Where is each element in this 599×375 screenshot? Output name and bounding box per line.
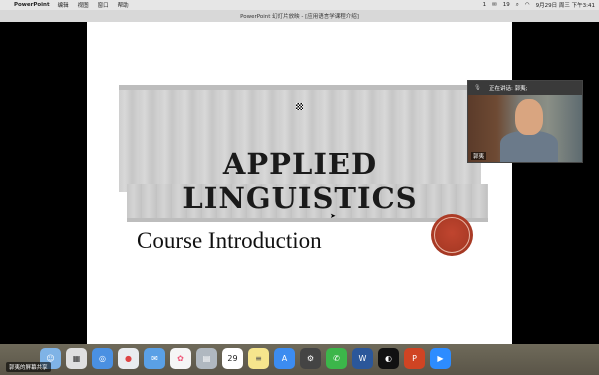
banner-bottom-strip: [127, 218, 488, 222]
wechat-icon[interactable]: ✆: [326, 347, 347, 369]
notes-icon[interactable]: ≡: [248, 347, 269, 369]
files-icon[interactable]: ▤: [196, 347, 217, 369]
screen-share-indicator[interactable]: 郭夷的屏幕共享: [6, 362, 51, 372]
loading-checker-icon: [296, 103, 303, 110]
seal-icon: [431, 214, 473, 256]
launchpad-icon[interactable]: ▦: [66, 347, 87, 369]
wifi-icon[interactable]: ◠: [525, 2, 530, 8]
menu-help[interactable]: 帮助: [118, 1, 129, 9]
calendar-icon[interactable]: 29: [222, 347, 243, 369]
menu-edit[interactable]: 编辑: [58, 1, 69, 9]
zoom-speaker-bar: 🎙 正在讲话: 郭夷;: [468, 81, 582, 95]
microphone-icon: 🎙: [474, 85, 481, 91]
letterbox-right: [512, 22, 599, 344]
dock-icons: ☺ ▦ ◎ ● ✉ ✿ ▤ 29 ≡ A ⚙ ✆ W ◐ P ▶: [40, 344, 451, 372]
safari-icon[interactable]: ◎: [92, 347, 113, 369]
mail-icon[interactable]: ✉: [144, 347, 165, 369]
word-icon[interactable]: W: [352, 347, 373, 369]
photos-icon[interactable]: ✿: [170, 347, 191, 369]
window-title: PowerPoint 幻灯片放映 - [应用语言学课程介绍]: [240, 14, 359, 20]
menu-bar: PowerPoint 编辑 视图 窗口 帮助 1 ✉ 19 ⌕ ◠ 9月29日 …: [0, 0, 599, 10]
mouse-cursor-icon: ➤: [330, 212, 336, 220]
speaker-video: 郭夷: [468, 95, 582, 162]
menu-view[interactable]: 视图: [78, 1, 89, 9]
zoom-icon[interactable]: ▶: [430, 347, 451, 369]
notification-badge[interactable]: 1: [483, 2, 487, 8]
datetime[interactable]: 9月29日 周三 下午3:41: [536, 1, 595, 9]
speaker-name-tag: 郭夷: [471, 152, 487, 160]
slide-title: APPLIED LINGUISTICS: [182, 147, 418, 215]
wechat-status-icon[interactable]: ✉: [492, 2, 497, 8]
powerpoint-icon[interactable]: P: [404, 347, 425, 369]
letterbox-left-lower: [0, 192, 95, 344]
chrome-icon[interactable]: ●: [118, 347, 139, 369]
speaker-face: [515, 99, 543, 135]
speaker-body: [500, 131, 558, 162]
search-icon[interactable]: ⌕: [516, 2, 519, 9]
menu-app-name[interactable]: PowerPoint: [14, 2, 50, 8]
status-area: 1 ✉ 19 ⌕ ◠ 9月29日 周三 下午3:41: [483, 0, 595, 10]
speaking-label: 正在讲话: 郭夷;: [488, 86, 528, 92]
qq-icon[interactable]: ◐: [378, 347, 399, 369]
wechat-count: 19: [502, 2, 510, 8]
app-store-icon[interactable]: A: [274, 347, 295, 369]
letterbox-left: [0, 22, 87, 192]
slide-subtitle: Course Introduction: [137, 228, 322, 253]
menu-window[interactable]: 窗口: [98, 1, 109, 9]
system-preferences-icon[interactable]: ⚙: [300, 347, 321, 369]
zoom-video-panel[interactable]: 🎙 正在讲话: 郭夷; 郭夷: [467, 80, 583, 163]
